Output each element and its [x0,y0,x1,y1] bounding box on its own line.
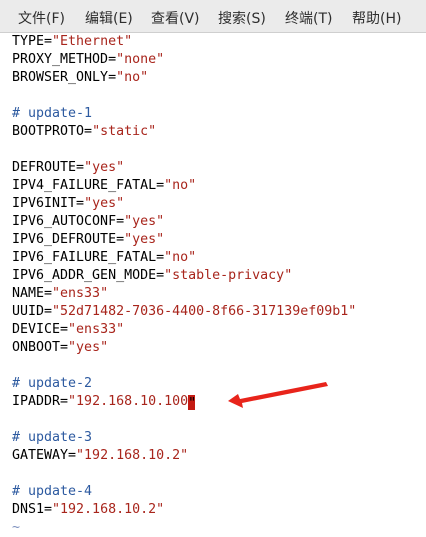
config-value: "192.168.10.100 [68,394,189,409]
config-value: "no" [164,178,197,193]
config-key: IPV6INIT= [12,196,85,211]
config-key: IPV4_FAILURE_FATAL= [12,178,165,193]
comment-line: # update-1 [12,105,92,123]
comment-text: # update-4 [12,484,93,499]
config-value: "yes" [124,214,165,229]
config-value: "yes" [68,340,109,355]
config-value: "52d71482-7036-4400-8f66-317139ef09b1" [52,304,357,319]
config-value: "yes" [84,196,125,211]
config-line: IPV6_AUTOCONF="yes" [12,213,164,231]
config-line: UUID="52d71482-7036-4400-8f66-317139ef09… [12,303,356,321]
config-key: IPV6_DEFROUTE= [12,232,125,247]
config-value: "yes" [84,160,125,175]
menu-help[interactable]: 帮助(H) [352,8,401,28]
config-value: "no" [164,250,197,265]
config-line: BOOTPROTO="static" [12,123,156,141]
comment-text: # update-1 [12,106,93,121]
config-value: "yes" [124,232,165,247]
config-value: "ens33" [52,286,109,301]
menu-file[interactable]: 文件(F) [18,8,65,28]
config-key: IPV6_ADDR_GEN_MODE= [12,268,165,283]
menu-view[interactable]: 查看(V) [151,8,200,28]
config-key: PROXY_METHOD= [12,52,117,67]
config-key: BROWSER_ONLY= [12,70,117,85]
config-key: DEFROUTE= [12,160,85,175]
config-value: "ens33" [68,322,125,337]
menu-search[interactable]: 搜索(S) [218,8,266,28]
config-line: IPADDR="192.168.10.100" [12,393,197,411]
config-value: "stable-privacy" [164,268,293,283]
config-value: "Ethernet" [52,34,133,49]
config-key: NAME= [12,286,53,301]
empty-buffer-line: ~ [12,519,20,537]
config-line: IPV6_DEFROUTE="yes" [12,231,164,249]
config-line: IPV6_FAILURE_FATAL="no" [12,249,196,267]
config-line: DNS1="192.168.10.2" [12,501,164,519]
comment-text: # update-2 [12,376,93,391]
config-line: TYPE="Ethernet" [12,33,132,51]
config-value: "no" [116,70,149,85]
config-value: "192.168.10.2" [76,448,189,463]
comment-line: # update-2 [12,375,92,393]
config-key: DEVICE= [12,322,69,337]
config-key: BOOTPROTO= [12,124,93,139]
config-line: DEVICE="ens33" [12,321,124,339]
config-value: "static" [92,124,157,139]
config-key: IPADDR= [12,394,69,409]
config-line: DEFROUTE="yes" [12,159,124,177]
config-value: "none" [116,52,165,67]
comment-line: # update-3 [12,429,92,447]
config-key: IPV6_FAILURE_FATAL= [12,250,165,265]
tilde-marker: ~ [12,520,21,535]
comment-line: # update-4 [12,483,92,501]
config-line: IPV6INIT="yes" [12,195,124,213]
config-value: "192.168.10.2" [52,502,165,517]
config-line: PROXY_METHOD="none" [12,51,164,69]
config-key: TYPE= [12,34,53,49]
comment-text: # update-3 [12,430,93,445]
config-line: BROWSER_ONLY="no" [12,69,148,87]
config-key: ONBOOT= [12,340,69,355]
menu-bar: 文件(F) 编辑(E) 查看(V) 搜索(S) 终端(T) 帮助(H) [0,0,426,33]
config-key: GATEWAY= [12,448,77,463]
config-line: IPV4_FAILURE_FATAL="no" [12,177,196,195]
config-line: ONBOOT="yes" [12,339,108,357]
red-arrow-icon [228,382,328,408]
config-line: IPV6_ADDR_GEN_MODE="stable-privacy" [12,267,292,285]
menu-terminal[interactable]: 终端(T) [285,8,332,28]
config-key: UUID= [12,304,53,319]
config-line: NAME="ens33" [12,285,108,303]
text-cursor: " [188,395,197,411]
text-editor-area[interactable]: TYPE="Ethernet" PROXY_METHOD="none" BROWSE… [0,32,426,535]
menu-edit[interactable]: 编辑(E) [85,8,133,28]
config-line: GATEWAY="192.168.10.2" [12,447,188,465]
config-key: DNS1= [12,502,53,517]
config-key: IPV6_AUTOCONF= [12,214,125,229]
